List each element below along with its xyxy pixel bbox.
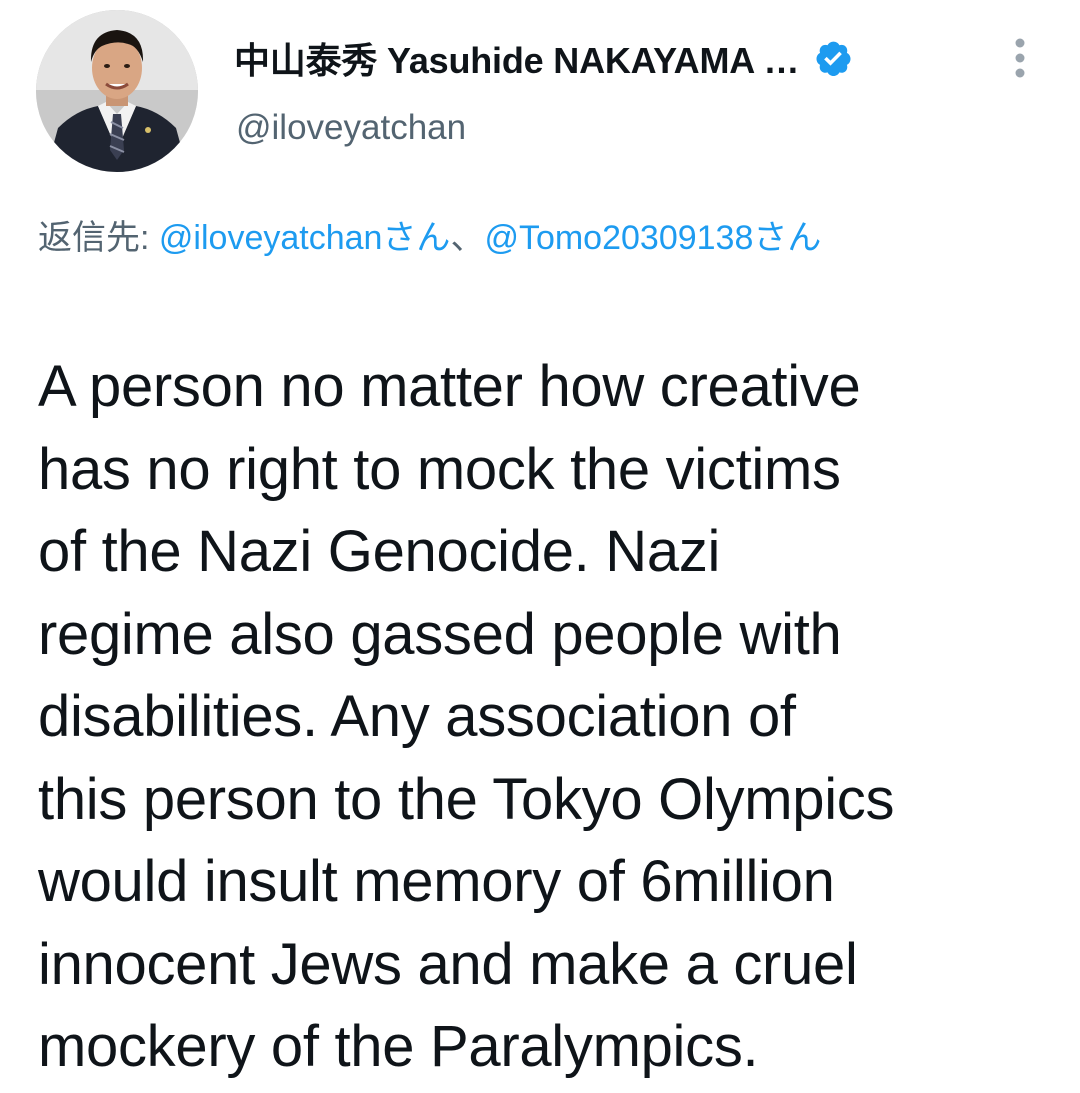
author-avatar[interactable]: [36, 10, 198, 172]
tweet-text-line: this person to the Tokyo Olympics: [38, 766, 895, 832]
tweet-text-line: would insult memory of 6million: [38, 849, 835, 914]
reply-separator: 、: [450, 219, 485, 257]
tweet-text-line: regime also gassed people with: [38, 601, 842, 667]
tweet-text-line: A person no matter how creative: [38, 354, 861, 419]
avatar-photo-icon: [36, 10, 198, 172]
more-options-icon[interactable]: [1002, 36, 1038, 80]
tweet-text-line: of the Nazi Genocide. Nazi: [38, 519, 721, 584]
tweet-text-line: has no right to mock the victims: [38, 436, 841, 502]
tweet-text-line: mockery of the Paralympics.: [38, 1014, 759, 1079]
reply-mention-link[interactable]: @iloveyatchanさん: [159, 219, 451, 257]
author-handle[interactable]: @iloveyatchan: [236, 108, 466, 148]
author-display-name[interactable]: 中山泰秀 Yasuhide NAKAYAMA …: [234, 32, 800, 84]
tweet-text: A person no matter how creative has no r…: [38, 346, 1058, 1089]
tweet-text-line: innocent Jews and make a cruel: [38, 931, 858, 997]
reply-prefix: 返信先:: [38, 219, 159, 257]
verified-badge-icon: [813, 38, 853, 78]
tweet-card: 中山泰秀 Yasuhide NAKAYAMA … @iloveyatchan 返…: [0, 0, 1080, 1093]
author-name-row: 中山泰秀 Yasuhide NAKAYAMA …: [234, 34, 853, 82]
reply-context: 返信先: @iloveyatchanさん、@Tomo20309138さん: [38, 210, 1048, 266]
reply-mention-link[interactable]: @Tomo20309138さん: [484, 219, 821, 257]
tweet-text-line: disabilities. Any association of: [38, 684, 796, 749]
